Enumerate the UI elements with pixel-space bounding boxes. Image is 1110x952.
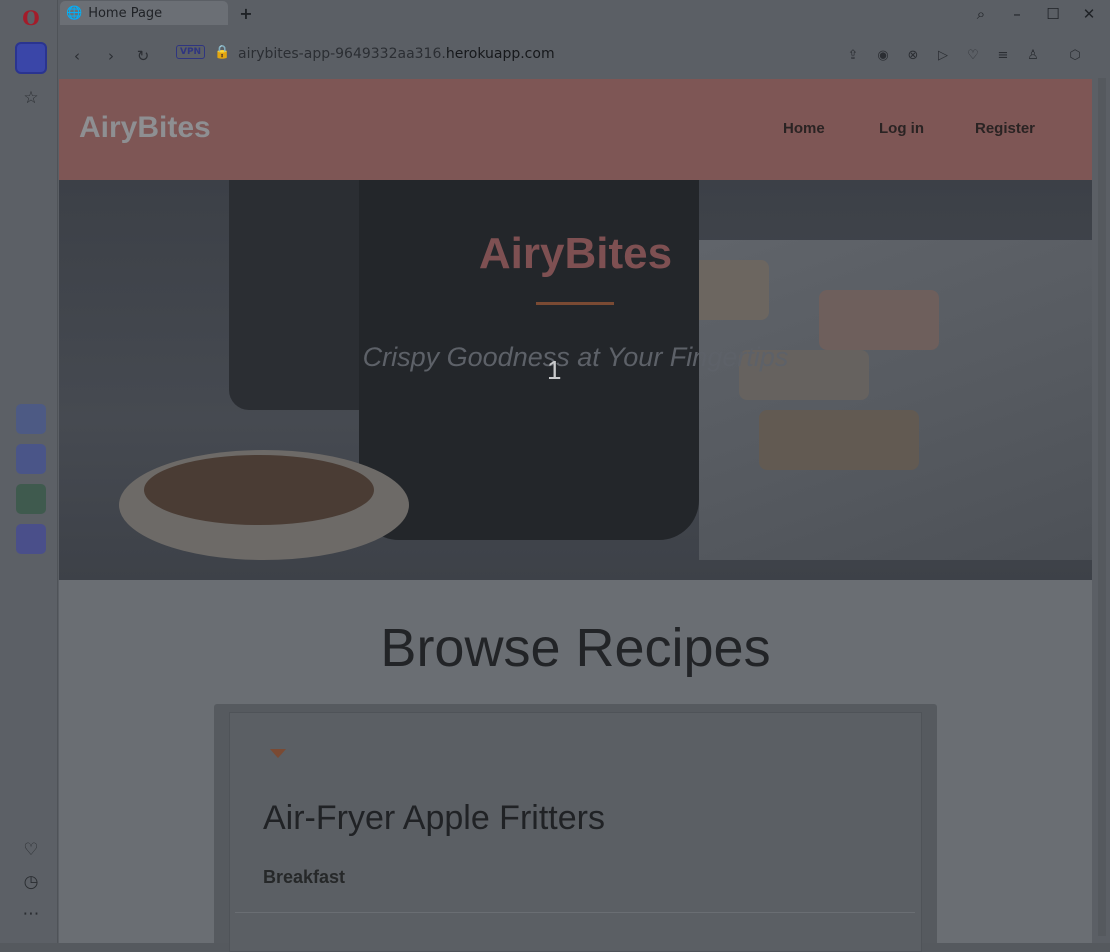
recipe-category: Breakfast — [263, 867, 346, 887]
forward-icon[interactable]: › — [100, 45, 122, 67]
camera-icon[interactable]: ◉ — [874, 46, 892, 64]
reload-icon[interactable]: ↻ — [132, 45, 154, 67]
hero-bowl — [759, 410, 919, 470]
heart-icon[interactable]: ♡ — [964, 46, 982, 64]
profile-icon[interactable]: ♙ — [1024, 46, 1042, 64]
share-icon[interactable]: ⇪ — [844, 46, 862, 64]
back-icon[interactable]: ‹ — [66, 45, 88, 67]
more-icon[interactable]: ⋯ — [15, 898, 47, 930]
expand-caret-icon[interactable] — [270, 749, 286, 758]
history-clock-icon[interactable]: ◷ — [15, 866, 47, 898]
app-icon[interactable] — [16, 524, 46, 554]
browser-sidebar: O ☆ ♡ ◷ ⋯ — [0, 0, 58, 943]
tab-home-page[interactable]: 🌐 Home Page — [60, 1, 228, 25]
nav-link-register[interactable]: Register — [975, 120, 1035, 137]
recipe-title[interactable]: Air-Fryer Apple Fritters — [263, 799, 605, 838]
hero-subtitle: Crispy Goodness at Your Fingertips — [362, 342, 789, 372]
minimize-icon[interactable]: – — [1006, 3, 1028, 25]
chatgpt-icon[interactable] — [16, 484, 46, 514]
lock-icon[interactable]: 🔒 — [214, 45, 230, 60]
workspace-icon[interactable] — [15, 42, 47, 74]
browser-window: O ☆ ♡ ◷ ⋯ 🌐 Home Page + ⌕ – ☐ ✕ ‹ › ↻ VP… — [0, 0, 1110, 952]
site-navbar: AiryBites Home Log in Register — [59, 79, 1092, 180]
extensions-cube-icon[interactable]: ⬡ — [1066, 46, 1084, 64]
nav-link-login[interactable]: Log in — [879, 120, 924, 137]
url-domain: herokuapp.com — [445, 46, 555, 62]
menu-icon[interactable]: ≡ — [994, 46, 1012, 64]
tab-bar: 🌐 Home Page + ⌕ – ☐ ✕ — [58, 0, 1110, 30]
hero-bowl — [819, 290, 939, 350]
page-scrollbar[interactable] — [1098, 78, 1106, 936]
close-icon[interactable]: ✕ — [1078, 3, 1100, 25]
slide-counter: 1 — [547, 355, 562, 385]
url-prefix: airybites-app-9649332aa316. — [238, 46, 446, 62]
heart-icon[interactable]: ♡ — [15, 834, 47, 866]
gallery-app-icon[interactable] — [16, 404, 46, 434]
maximize-icon[interactable]: ☐ — [1042, 3, 1064, 25]
search-tabs-icon[interactable]: ⌕ — [970, 3, 992, 25]
bookmark-star-icon[interactable]: ☆ — [15, 82, 47, 114]
hero-food — [144, 455, 374, 525]
globe-icon: 🌐 — [66, 5, 83, 21]
tab-title: Home Page — [88, 5, 163, 21]
play-icon[interactable]: ▷ — [934, 46, 952, 64]
card-divider — [235, 912, 915, 913]
site-brand[interactable]: AiryBites — [79, 111, 211, 145]
section-title: Browse Recipes — [380, 618, 771, 678]
hero-divider — [536, 302, 614, 305]
hero-title: AiryBites — [478, 229, 673, 278]
adblock-icon[interactable]: ⊗ — [904, 46, 922, 64]
address-bar: ‹ › ↻ VPN 🔒 airybites-app-9649332aa316.h… — [58, 38, 1110, 102]
vpn-badge[interactable]: VPN — [176, 45, 206, 59]
new-tab-button[interactable]: + — [236, 3, 256, 23]
messenger-icon[interactable] — [16, 444, 46, 474]
url-field[interactable]: airybites-app-9649332aa316.herokuapp.com — [238, 46, 555, 62]
opera-logo-icon[interactable]: O — [15, 2, 47, 34]
nav-link-home[interactable]: Home — [783, 120, 825, 137]
